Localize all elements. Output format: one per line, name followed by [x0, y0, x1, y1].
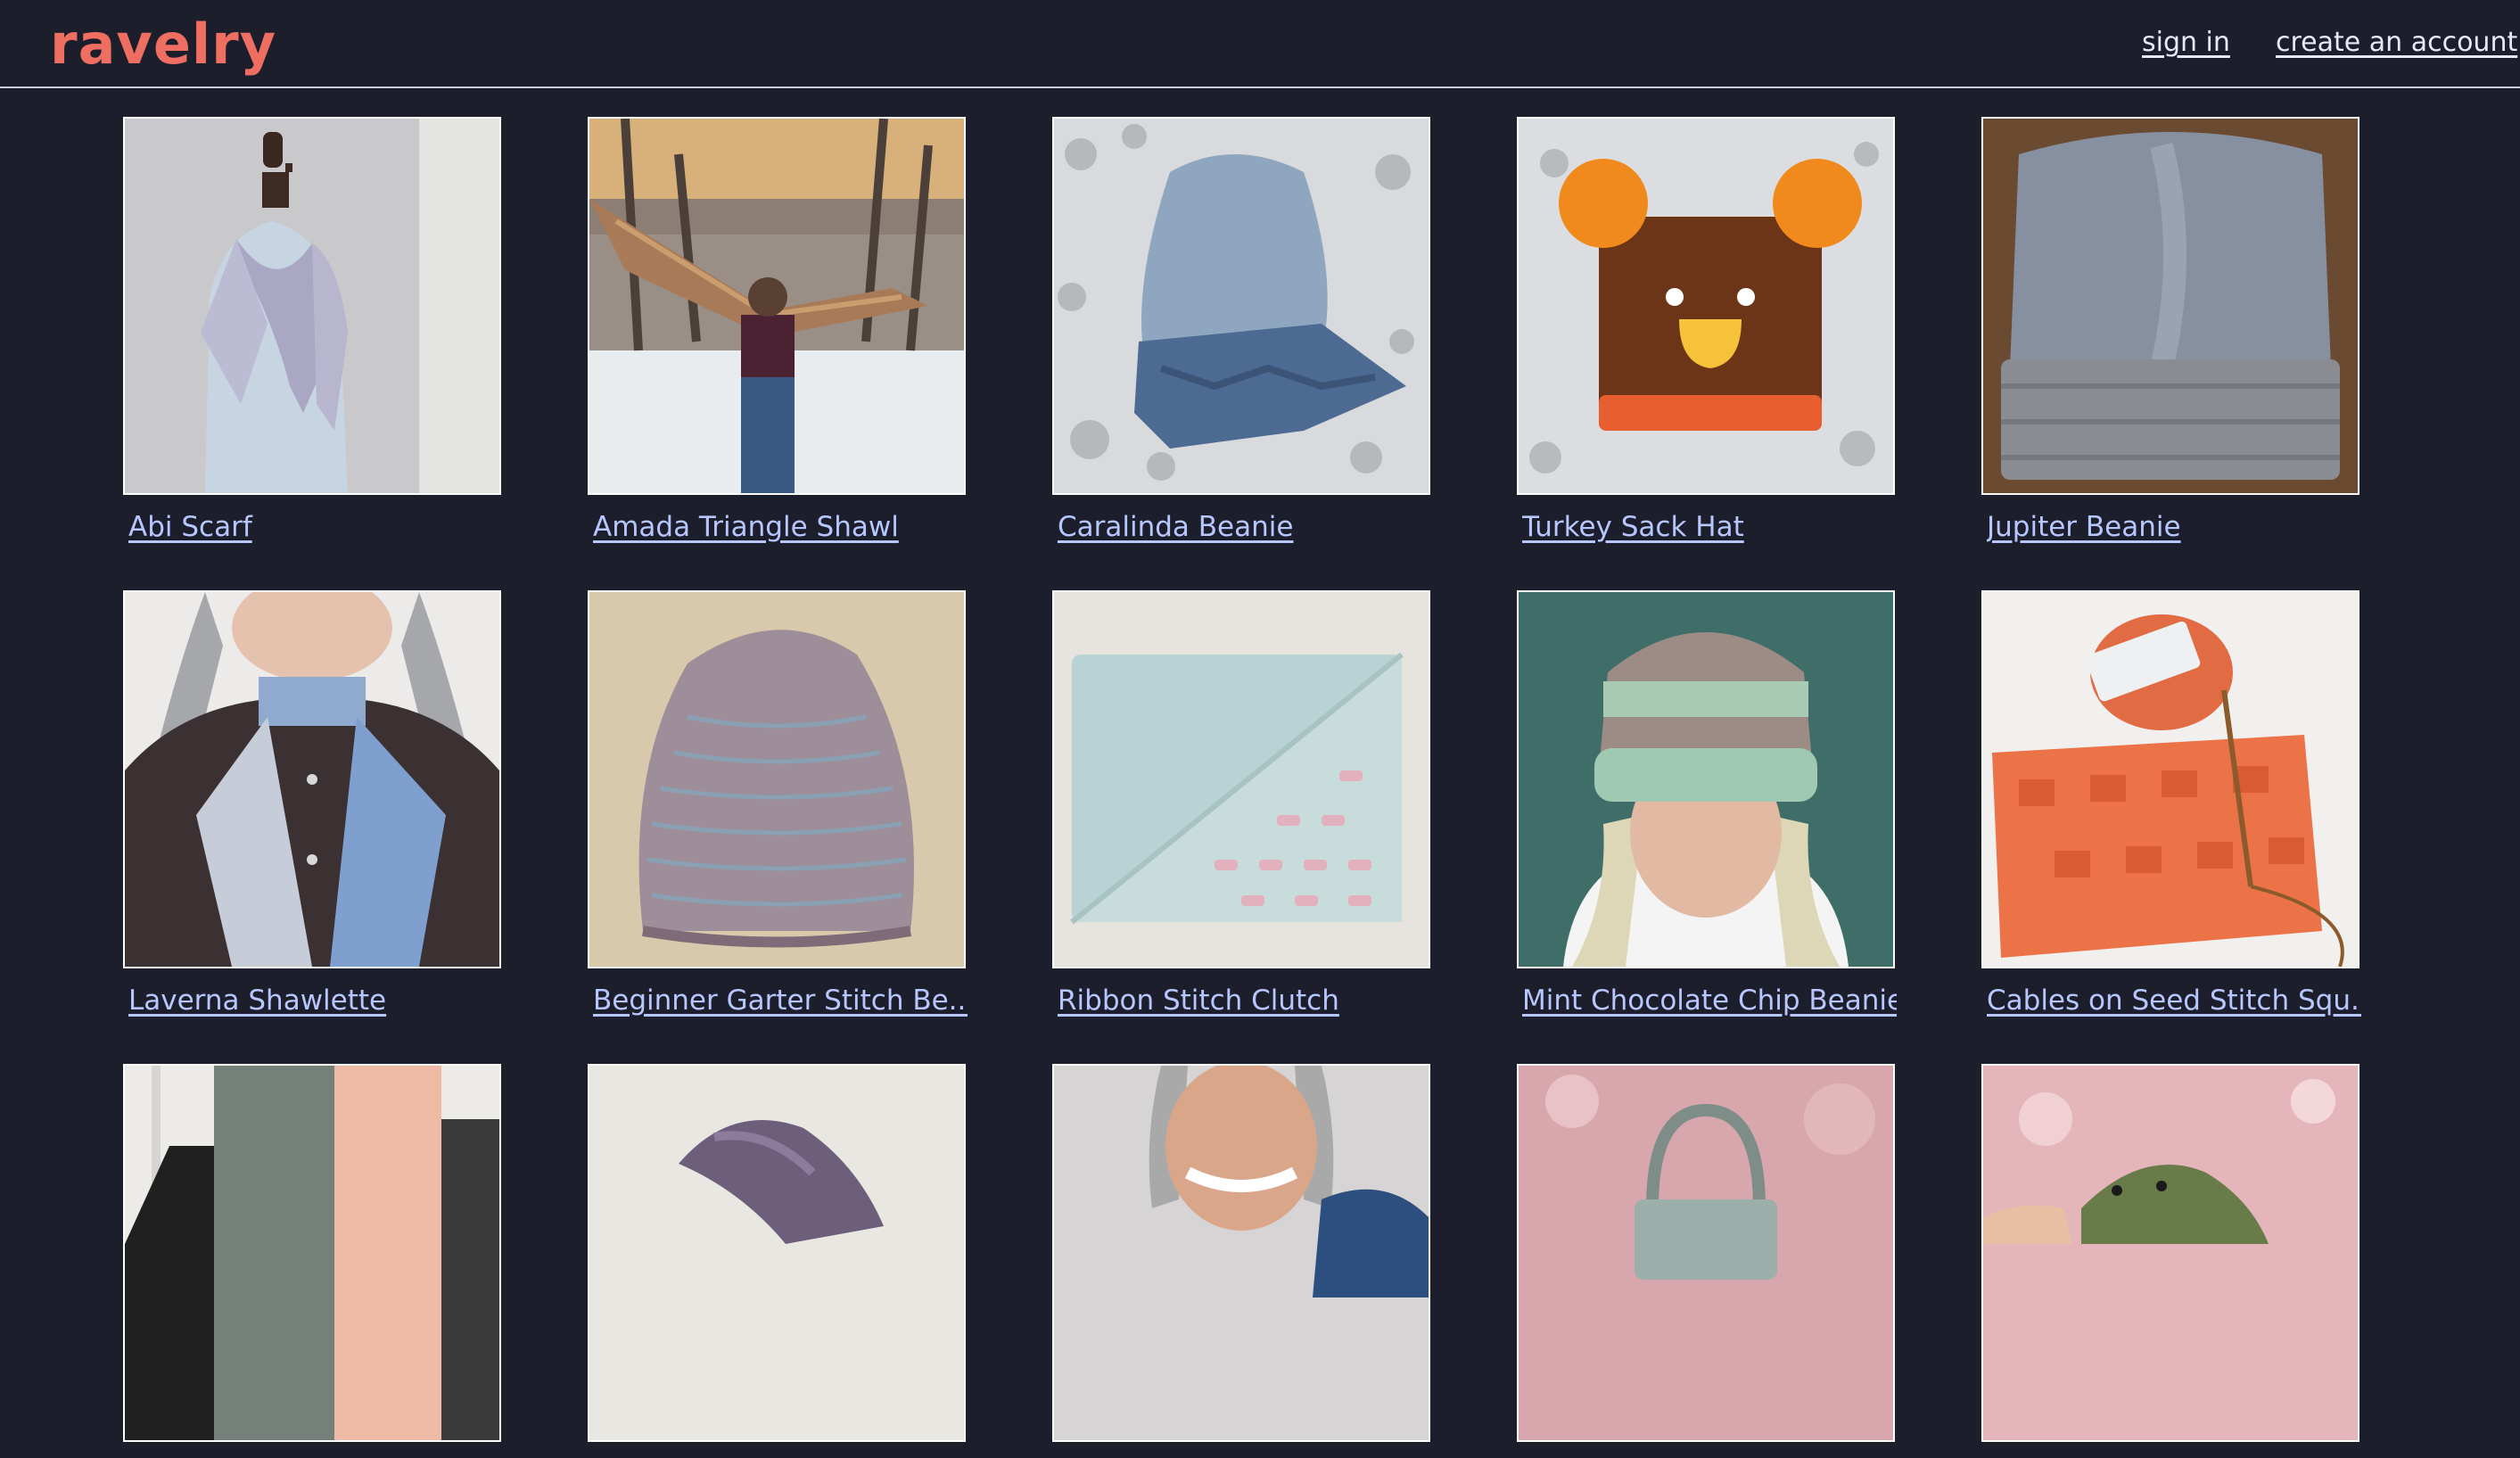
turkey-hat-image [1519, 119, 1893, 493]
garter-beanie-image [589, 592, 964, 967]
beanie-image [1054, 119, 1429, 493]
pattern-thumbnail[interactable] [1517, 1064, 1895, 1442]
pattern-title-link[interactable]: Mint Chocolate Chip Beanie [1522, 984, 1897, 1017]
pattern-title-link[interactable]: Turkey Sack Hat [1522, 511, 1897, 543]
yarn-image [589, 1066, 964, 1440]
pattern-title-link[interactable]: Ribbon Stitch Clutch [1058, 984, 1432, 1017]
pattern-thumbnail[interactable] [1981, 590, 2359, 968]
create-account-link[interactable]: create an account [2276, 27, 2517, 58]
cowl-image [1054, 1066, 1429, 1440]
jupiter-beanie-image [1983, 119, 2358, 493]
pattern-card [1052, 1064, 1430, 1458]
toy-image [1983, 1066, 2358, 1440]
scarf-image [125, 1066, 499, 1440]
pattern-thumbnail[interactable] [123, 1064, 501, 1442]
pattern-card: Turkey Sack Hat [1517, 117, 1895, 543]
pattern-title-link[interactable]: Cables on Seed Stitch Squ... [1987, 984, 2361, 1017]
laverna-shawlette-image [125, 592, 499, 967]
pattern-title-link[interactable]: Caralinda Beanie [1058, 511, 1432, 543]
pattern-thumbnail[interactable] [1052, 590, 1430, 968]
pattern-card: Mint Chocolate Chip Beanie [1517, 590, 1897, 1017]
pattern-thumbnail[interactable] [123, 117, 501, 495]
pattern-thumbnail[interactable] [1517, 590, 1895, 968]
sign-in-link[interactable]: sign in [2142, 27, 2230, 58]
pattern-thumbnail[interactable] [123, 590, 501, 968]
pattern-thumbnail[interactable] [1517, 117, 1895, 495]
pattern-card [1981, 1064, 2359, 1458]
pattern-card [123, 1064, 501, 1458]
pattern-title-link[interactable]: Amada Triangle Shawl [593, 511, 968, 543]
pattern-thumbnail[interactable] [1981, 1064, 2359, 1442]
pattern-card: Ribbon Stitch Clutch [1052, 590, 1430, 1017]
pattern-thumbnail[interactable] [588, 590, 966, 968]
pattern-card [588, 1064, 966, 1458]
pattern-thumbnail[interactable] [1981, 117, 2359, 495]
top-bar: ravelry sign in create an account [0, 0, 2520, 88]
pattern-title-link[interactable]: Abi Scarf [128, 511, 503, 543]
seed-stitch-swatch-image [1983, 592, 2358, 967]
pattern-thumbnail[interactable] [588, 1064, 966, 1442]
pattern-card: Abi Scarf [123, 117, 501, 543]
pattern-thumbnail[interactable] [1052, 1064, 1430, 1442]
pattern-card [1517, 1064, 1895, 1458]
pattern-thumbnail[interactable] [588, 117, 966, 495]
pattern-card: Beginner Garter Stitch Be... [588, 590, 968, 1017]
pattern-title-link[interactable]: Laverna Shawlette [128, 984, 503, 1017]
pattern-card: Laverna Shawlette [123, 590, 501, 1017]
pattern-thumbnail[interactable] [1052, 117, 1430, 495]
pattern-card: Amada Triangle Shawl [588, 117, 966, 543]
ravelry-logo[interactable]: ravelry [50, 12, 276, 77]
scarf-image [125, 119, 499, 493]
pattern-title-link[interactable]: Jupiter Beanie [1987, 511, 2361, 543]
pattern-title-link[interactable]: Beginner Garter Stitch Be... [593, 984, 968, 1017]
pattern-card: Caralinda Beanie [1052, 117, 1430, 543]
bag-image [1519, 1066, 1893, 1440]
shawl-image [589, 119, 964, 493]
pattern-card: Cables on Seed Stitch Squ... [1981, 590, 2361, 1017]
pattern-card: Jupiter Beanie [1981, 117, 2359, 543]
clutch-image [1054, 592, 1429, 967]
mint-beanie-image [1519, 592, 1893, 967]
